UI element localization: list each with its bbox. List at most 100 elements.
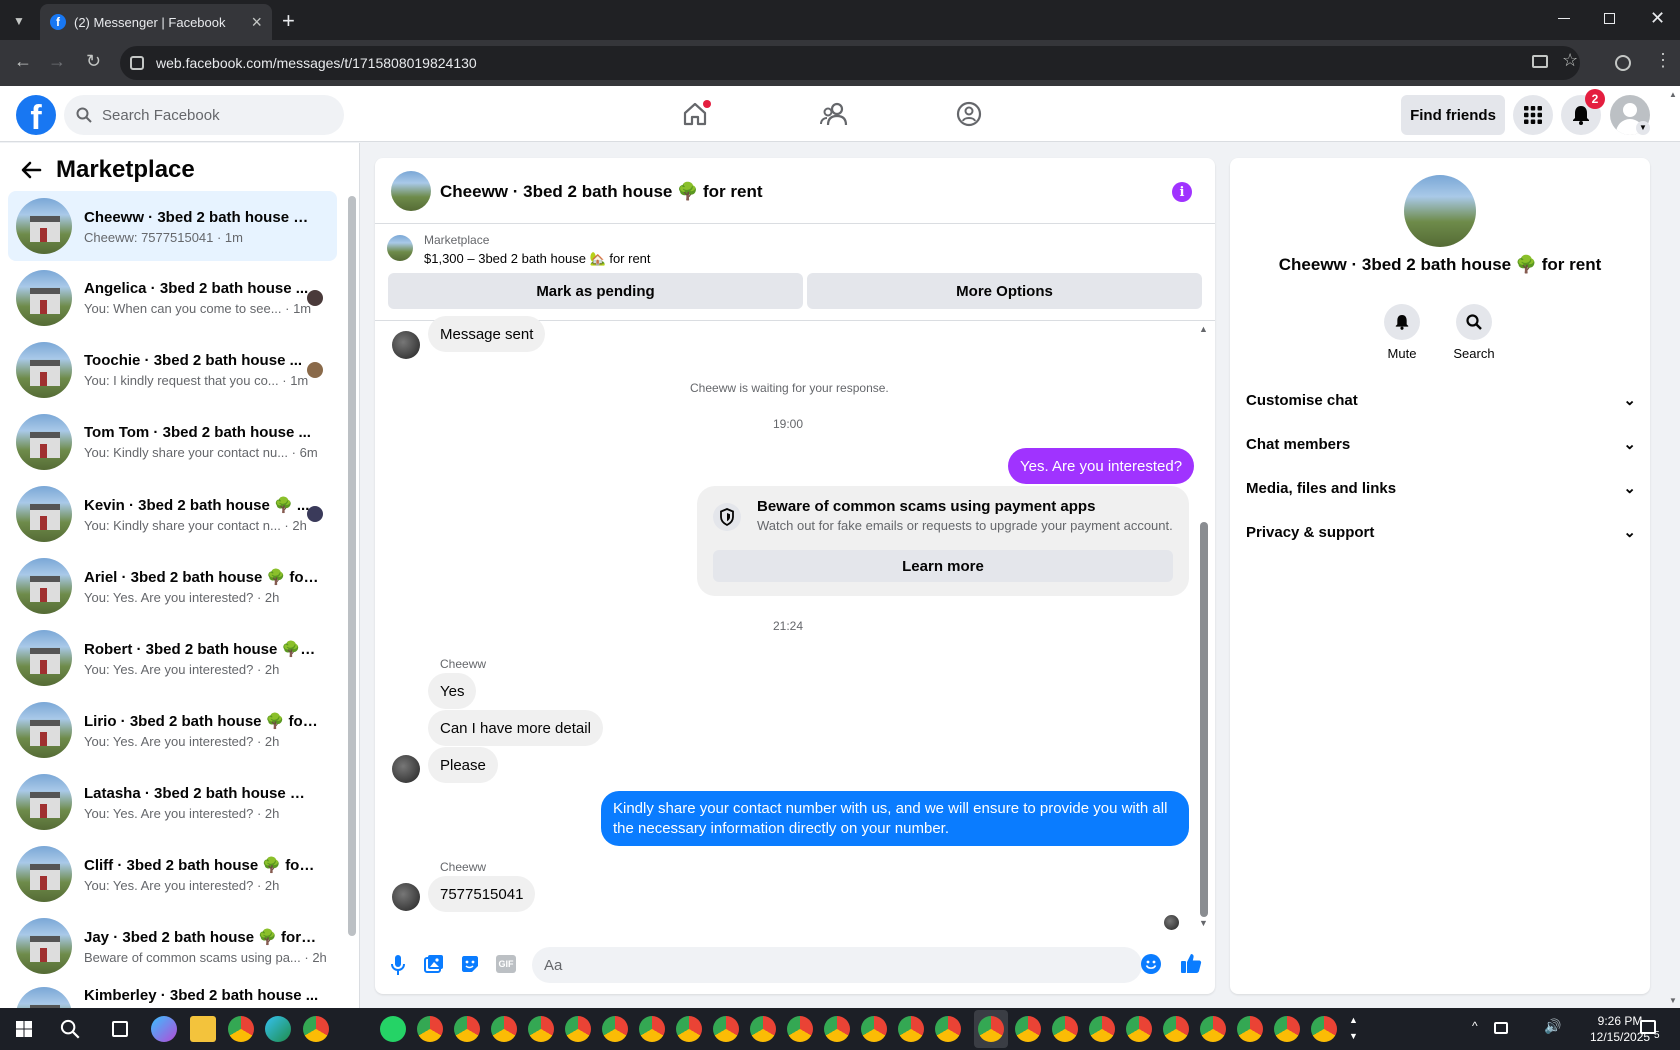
window-close-icon[interactable]: ✕ [1650,8,1665,29]
mark-as-pending-button[interactable]: Mark as pending [388,273,803,309]
forward-icon[interactable]: → [48,51,66,72]
chat-list-scrollbar[interactable] [348,196,356,936]
emoji-icon[interactable] [1141,954,1161,974]
site-info-icon[interactable] [130,56,144,70]
facebook-logo[interactable]: f [16,95,56,135]
chrome-icon[interactable] [228,1016,254,1042]
browser-menu-icon[interactable]: ⋮ [1654,50,1672,71]
back-icon[interactable]: ← [14,51,32,72]
mute-action[interactable]: Mute [1362,304,1442,361]
listing-summary[interactable]: $1,300 – 3bed 2 bath house 🏡 for rent [424,251,651,267]
chrome-icon[interactable] [565,1016,591,1042]
bookmark-star-icon[interactable]: ☆ [1562,50,1578,71]
new-tab-button[interactable]: + [282,8,295,34]
chrome-icon[interactable] [303,1016,329,1042]
message-input[interactable]: Aa [532,947,1142,983]
taskbar-overflow-chevron-icon[interactable]: ▲ ▼ [1349,1012,1358,1044]
chrome-icon[interactable] [713,1016,739,1042]
chat-title[interactable]: Cheeww · 3bed 2 bath house 🌳 for rent [440,182,763,202]
microphone-icon[interactable] [390,954,406,976]
speaker-icon[interactable]: 🔊 [1544,1018,1561,1035]
tab-list-chevron-icon[interactable]: ▼ [8,10,30,32]
page-scroll-up-icon[interactable]: ▲ [1669,90,1677,99]
chrome-icon[interactable] [861,1016,887,1042]
account-chevron-icon[interactable]: ▼ [1636,121,1650,135]
chrome-icon[interactable] [1015,1016,1041,1042]
search-action[interactable]: Search [1434,304,1514,361]
gif-icon[interactable]: GIF [496,955,516,973]
find-friends-button[interactable]: Find friends [1401,95,1505,135]
scroll-down-arrow-icon[interactable]: ▼ [1199,918,1208,928]
conversation-item[interactable]: Lirio · 3bed 2 bath house 🌳 for ... You: … [8,695,337,765]
chrome-icon[interactable] [491,1016,517,1042]
more-options-button[interactable]: More Options [807,273,1202,309]
chat-listing-avatar[interactable] [391,171,431,211]
chrome-icon[interactable] [602,1016,628,1042]
media-files-links-section[interactable]: Media, files and links ⌄ [1246,479,1636,498]
back-arrow-icon[interactable] [20,160,42,180]
chat-members-section[interactable]: Chat members ⌄ [1246,435,1636,454]
chrome-icon[interactable] [676,1016,702,1042]
privacy-support-section[interactable]: Privacy & support ⌄ [1246,523,1636,542]
chrome-icon[interactable] [639,1016,665,1042]
profile-icon[interactable] [1615,55,1631,71]
reload-icon[interactable]: ↻ [86,51,101,72]
tab-close-icon[interactable]: × [251,12,262,33]
conversation-item[interactable]: Toochie · 3bed 2 bath house ... You: I ki… [8,335,337,405]
install-app-icon[interactable] [1532,55,1548,68]
conversation-item[interactable]: Robert · 3bed 2 bath house 🌳 f... You: Ye… [8,623,337,693]
conversation-item[interactable]: Kimberley · 3bed 2 bath house ... [8,983,337,1008]
chrome-icon[interactable] [1274,1016,1300,1042]
chrome-icon[interactable] [528,1016,554,1042]
tray-chevron-icon[interactable]: ^ [1472,1019,1478,1033]
task-view-icon[interactable] [112,1021,128,1037]
taskbar-search-icon[interactable] [60,1019,80,1039]
conversation-item[interactable]: Tom Tom · 3bed 2 bath house ... You: Kind… [8,407,337,477]
network-icon[interactable] [1494,1022,1508,1034]
thumbs-up-icon[interactable] [1180,952,1202,974]
photo-icon[interactable] [424,954,444,974]
conversation-item[interactable]: Cliff · 3bed 2 bath house 🌳 for ... You: … [8,839,337,909]
friends-icon[interactable] [820,101,848,127]
learn-more-button[interactable]: Learn more [713,550,1173,582]
chrome-icon[interactable] [417,1016,443,1042]
search-facebook-input[interactable]: Search Facebook [64,95,344,135]
customise-chat-section[interactable]: Customise chat ⌄ [1246,391,1636,410]
chrome-icon[interactable] [787,1016,813,1042]
address-bar[interactable]: web.facebook.com/messages/t/171580801982… [120,46,1580,80]
chrome-icon[interactable] [898,1016,924,1042]
browser-tab[interactable]: f (2) Messenger | Facebook × [40,4,272,40]
chrome-icon[interactable] [1163,1016,1189,1042]
conversation-item[interactable]: Angelica · 3bed 2 bath house ... You: Whe… [8,263,337,333]
chrome-icon[interactable] [1052,1016,1078,1042]
whatsapp-icon[interactable] [380,1016,406,1042]
conversation-item[interactable]: Latasha · 3bed 2 bath house 🌳 ... You: Ye… [8,767,337,837]
scroll-up-arrow-icon[interactable]: ▲ [1199,324,1208,334]
conversation-item[interactable]: Ariel · 3bed 2 bath house 🌳 for ... You: … [8,551,337,621]
chrome-icon[interactable] [1311,1016,1337,1042]
edge-icon[interactable] [265,1016,291,1042]
conversation-item[interactable]: Kevin · 3bed 2 bath house 🌳 ... You: Kind… [8,479,337,549]
conversation-scrollbar[interactable] [1200,522,1208,917]
info-icon[interactable]: i [1172,182,1192,202]
chrome-icon[interactable] [1200,1016,1226,1042]
chrome-icon[interactable] [454,1016,480,1042]
chrome-icon[interactable] [935,1016,961,1042]
windows-start-icon[interactable] [16,1021,32,1037]
minimize-icon[interactable] [1558,18,1570,19]
chrome-icon[interactable] [1089,1016,1115,1042]
conversation-item[interactable]: Cheeww · 3bed 2 bath house 🌳 ... Cheeww: … [8,191,337,261]
copilot-icon[interactable] [151,1016,177,1042]
conversation-item[interactable]: Jay · 3bed 2 bath house 🌳 for r... Beware… [8,911,337,981]
chrome-icon[interactable] [1126,1016,1152,1042]
chrome-icon[interactable] [978,1016,1004,1042]
restore-icon[interactable] [1604,13,1615,24]
sticker-icon[interactable] [460,954,480,974]
chrome-icon[interactable] [750,1016,776,1042]
chrome-icon[interactable] [1237,1016,1263,1042]
menu-grid-button[interactable] [1513,95,1553,135]
groups-icon[interactable] [956,101,982,127]
file-explorer-icon[interactable] [190,1016,216,1042]
page-scroll-down-icon[interactable]: ▼ [1669,996,1677,1005]
chrome-icon[interactable] [824,1016,850,1042]
